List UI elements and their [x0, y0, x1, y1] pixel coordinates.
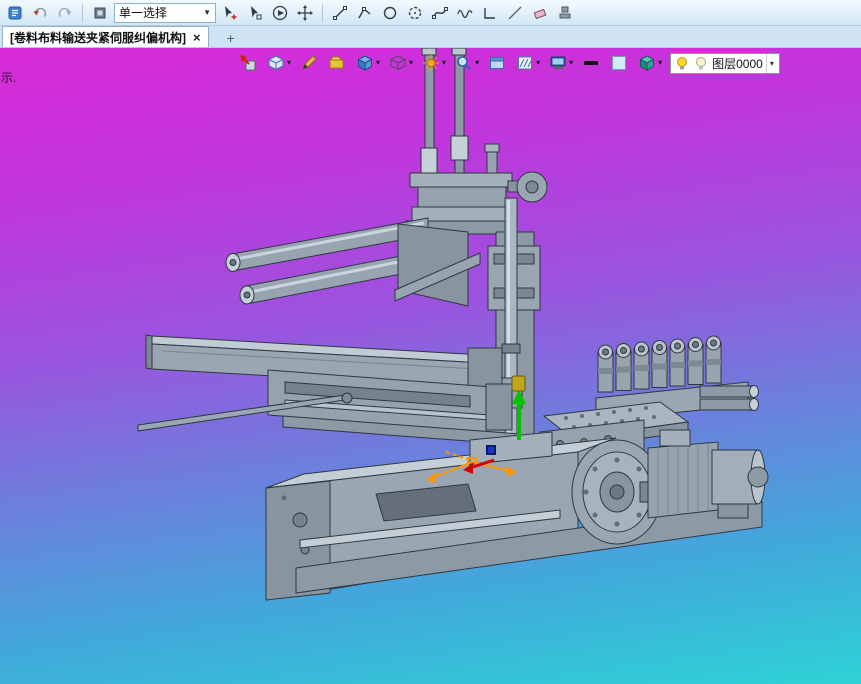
- view-toolbar: ▾ ▾ ▾ ▾ ▾ ▾ ▾ ▾ 图层0000 ▾: [238, 50, 780, 76]
- background-color-icon[interactable]: [609, 53, 629, 73]
- selection-mode-value: 单一选择: [119, 6, 168, 20]
- layer-label: 图层0000: [712, 56, 763, 71]
- zoom-icon[interactable]: ▾: [454, 53, 479, 73]
- polyline-icon[interactable]: [354, 2, 376, 24]
- play-icon[interactable]: [269, 2, 291, 24]
- wave-icon[interactable]: [454, 2, 476, 24]
- document-tab-label: [卷料布料输送夹紧伺服纠偏机构]: [10, 30, 186, 45]
- machine-assembly-canvas[interactable]: [0, 48, 861, 684]
- dropdown-arrow-icon: ▼: [203, 8, 211, 17]
- material-icon[interactable]: [327, 53, 347, 73]
- toolbar-separator: [322, 3, 323, 22]
- support-bracket[interactable]: [394, 223, 481, 307]
- spline-icon[interactable]: [429, 2, 451, 24]
- redo-icon[interactable]: [54, 2, 76, 24]
- line-width-icon[interactable]: [581, 53, 601, 73]
- monitor-icon[interactable]: ▾: [548, 53, 573, 73]
- document-tabbar: [卷料布料输送夹紧伺服纠偏机构] × +: [0, 26, 861, 48]
- view-cube-icon[interactable]: ▾: [637, 53, 662, 73]
- display-mode-icon[interactable]: ▾: [388, 53, 413, 73]
- layer-dropdown-button[interactable]: ▾: [765, 53, 777, 73]
- hint-text: 示.: [1, 71, 17, 85]
- appearance-icon[interactable]: ▾: [421, 53, 446, 73]
- pick-add-icon[interactable]: [219, 2, 241, 24]
- bulb-on-icon[interactable]: [674, 55, 690, 71]
- toolbar-separator: [82, 3, 83, 22]
- segment-icon[interactable]: [504, 2, 526, 24]
- sensor[interactable]: [511, 375, 526, 392]
- layer-selector[interactable]: 图层0000 ▾: [670, 52, 780, 74]
- main-toolbar: 单一选择 ▼: [0, 0, 861, 26]
- eraser-icon[interactable]: [529, 2, 551, 24]
- window-icon[interactable]: [487, 53, 507, 73]
- arc-icon[interactable]: [404, 2, 426, 24]
- bulb-off-icon[interactable]: [693, 55, 709, 71]
- stamp-icon[interactable]: [554, 2, 576, 24]
- document-tab[interactable]: [卷料布料输送夹紧伺服纠偏机构] ×: [2, 26, 209, 47]
- new-tab-button[interactable]: +: [219, 28, 243, 47]
- iso-view-icon[interactable]: ▾: [266, 53, 291, 73]
- exit-sketch-icon[interactable]: [238, 53, 258, 73]
- adjust-knob[interactable]: [516, 171, 548, 203]
- tab-close-button[interactable]: ×: [193, 31, 201, 44]
- pan-icon[interactable]: [294, 2, 316, 24]
- selection-mode-dropdown[interactable]: 单一选择 ▼: [114, 2, 216, 23]
- viewport-3d[interactable]: 示. ▾ ▾ ▾ ▾ ▾ ▾ ▾ ▾ 图层0000 ▾: [0, 48, 861, 684]
- pick-icon[interactable]: [244, 2, 266, 24]
- render-brush-icon[interactable]: [299, 53, 319, 73]
- hatch-icon[interactable]: ▾: [515, 53, 540, 73]
- gearbox[interactable]: [639, 429, 719, 519]
- line-icon[interactable]: [329, 2, 351, 24]
- cad-application-window: 单一选择 ▼ [卷料布料输送夹紧伺服纠偏机构] × + 示. ▾ ▾ ▾ ▾ ▾…: [0, 0, 861, 684]
- undo-icon[interactable]: [29, 2, 51, 24]
- corner-icon[interactable]: [479, 2, 501, 24]
- journal-icon[interactable]: [4, 2, 26, 24]
- selection-filter-icon[interactable]: [89, 2, 111, 24]
- circle-icon[interactable]: [379, 2, 401, 24]
- solid-cube-icon[interactable]: ▾: [355, 53, 380, 73]
